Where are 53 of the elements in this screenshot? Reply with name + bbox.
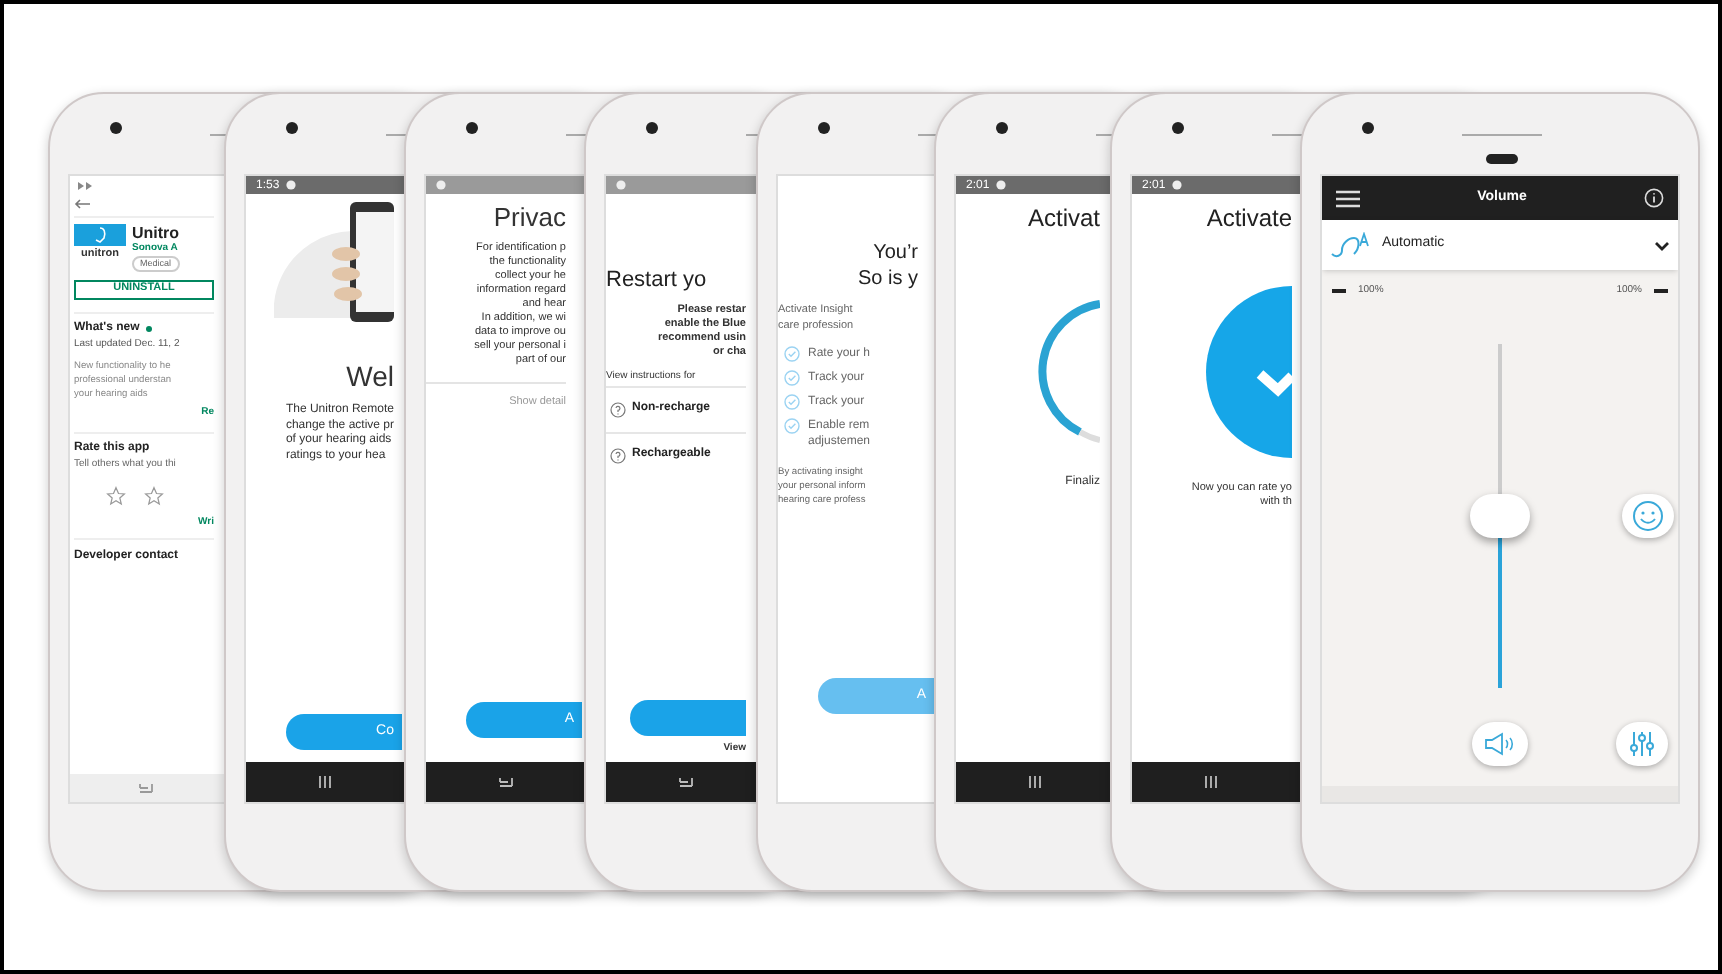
notification-icon <box>78 181 94 189</box>
screen-title: Activat <box>1027 206 1100 230</box>
back-gesture-icon[interactable] <box>678 776 694 788</box>
speaker-button[interactable] <box>1472 721 1528 765</box>
recent-apps-icon[interactable] <box>1204 776 1218 788</box>
equalizer-icon <box>1628 729 1656 757</box>
screen-title: Wel <box>346 362 394 390</box>
camera-icon <box>818 122 830 134</box>
smiley-icon <box>1632 499 1664 531</box>
check-circle-icon <box>784 394 800 410</box>
notification-icon <box>1171 180 1182 190</box>
camera-icon <box>110 122 122 134</box>
dot-icon <box>145 326 152 332</box>
camera-icon <box>1362 122 1374 134</box>
star-icon[interactable] <box>144 485 164 505</box>
equalizer-button[interactable] <box>1616 721 1668 765</box>
screen-title: Restart yo <box>606 270 707 292</box>
star-icon[interactable] <box>106 485 126 505</box>
help-icon <box>610 447 626 463</box>
hearing-aid-icon <box>1330 231 1374 259</box>
smiley-button[interactable] <box>1622 493 1674 537</box>
chevron-down-icon[interactable] <box>1654 239 1670 251</box>
check-circle-icon <box>784 418 800 434</box>
check-circle-icon <box>784 346 800 362</box>
camera-icon <box>286 122 298 134</box>
minus-icon[interactable] <box>1332 288 1346 295</box>
earpiece <box>1486 154 1518 164</box>
notification-icon <box>995 180 1006 190</box>
recent-apps-icon[interactable] <box>318 776 332 788</box>
continue-button[interactable] <box>630 699 746 735</box>
screen-title: So is y <box>857 266 918 292</box>
notification-icon <box>436 180 446 190</box>
notification-icon <box>616 180 626 190</box>
speaker-icon <box>1484 731 1516 755</box>
recent-apps-icon[interactable] <box>1028 776 1042 788</box>
screen-title: You’r <box>873 240 918 266</box>
screen-title: Privac <box>493 204 566 230</box>
back-gesture-icon[interactable] <box>498 776 514 788</box>
minus-icon[interactable] <box>1654 288 1668 295</box>
camera-icon <box>1172 122 1184 134</box>
check-circle-icon <box>784 370 800 386</box>
camera-icon <box>996 122 1008 134</box>
menu-icon[interactable] <box>1336 189 1360 207</box>
volume-slider-thumb[interactable] <box>1470 493 1530 537</box>
camera-icon <box>646 122 658 134</box>
camera-icon <box>466 122 478 134</box>
back-arrow-icon[interactable] <box>74 198 90 210</box>
help-icon <box>610 401 626 417</box>
hand-holding-phone-drawing <box>274 198 394 326</box>
app-title: Unitro <box>132 224 180 242</box>
notification-icon <box>285 180 296 190</box>
screen-title: Activate <box>1206 206 1292 230</box>
info-icon[interactable] <box>1643 188 1664 208</box>
